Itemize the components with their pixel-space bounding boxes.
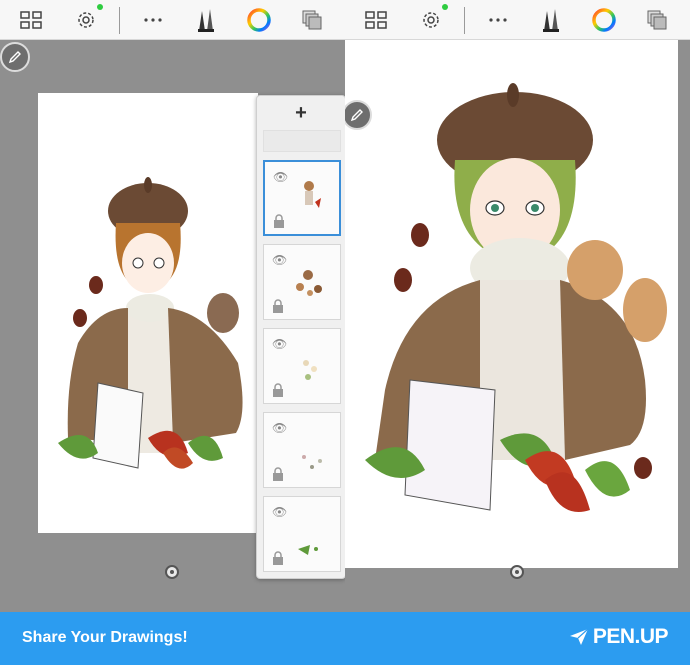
layer-preview [303, 360, 317, 380]
layer-item-5[interactable]: 👁 [263, 496, 341, 572]
toolbar-right [345, 0, 690, 40]
settings-badge [442, 4, 448, 10]
right-pane [345, 0, 690, 612]
layer-preview [304, 181, 321, 208]
color-wheel-icon[interactable] [243, 4, 275, 36]
layers-icon[interactable] [296, 4, 328, 36]
footer-banner[interactable]: Share Your Drawings! PEN.UP [0, 612, 690, 665]
color-wheel-icon[interactable] [588, 4, 620, 36]
left-pane: + 👁 👁 👁 👁 👁 [0, 0, 345, 612]
toolbar-divider [119, 7, 120, 34]
scroll-indicator-right[interactable] [510, 565, 524, 579]
paper-plane-icon [569, 628, 589, 645]
layer-preview [298, 545, 318, 555]
eye-icon[interactable]: 👁 [272, 253, 287, 267]
eye-icon[interactable]: 👁 [273, 170, 288, 184]
gallery-icon[interactable] [15, 4, 47, 36]
gallery-icon[interactable] [360, 4, 392, 36]
drawing-canvas-left[interactable] [38, 93, 258, 533]
layer-preview [302, 455, 322, 469]
pen-mode-button[interactable] [0, 42, 30, 72]
pen-tools-icon[interactable] [535, 4, 567, 36]
footer-text: Share Your Drawings! [22, 629, 188, 646]
lock-icon[interactable] [272, 467, 284, 481]
lock-icon[interactable] [272, 299, 284, 313]
eye-icon[interactable]: 👁 [272, 337, 287, 351]
layers-panel: + 👁 👁 👁 👁 👁 [256, 95, 345, 579]
scroll-indicator-left[interactable] [165, 565, 179, 579]
lock-icon[interactable] [272, 383, 284, 397]
lock-icon[interactable] [272, 551, 284, 565]
toolbar-left [0, 0, 345, 40]
more-icon[interactable] [137, 4, 169, 36]
penup-logo[interactable]: PEN.UP [569, 625, 669, 649]
layers-icon[interactable] [641, 4, 673, 36]
toolbar-divider [464, 7, 465, 34]
layer-thumbnail-partial[interactable] [263, 130, 341, 152]
logo-text: PEN.UP [592, 625, 669, 648]
artwork-left [58, 177, 243, 469]
drawing-canvas-right[interactable] [345, 40, 678, 568]
layer-item-4[interactable]: 👁 [263, 412, 341, 488]
layer-item-1[interactable]: 👁 [263, 160, 341, 236]
add-layer-button[interactable]: + [257, 96, 345, 130]
eye-icon[interactable]: 👁 [272, 421, 287, 435]
layer-preview [296, 270, 322, 296]
pen-tools-icon[interactable] [190, 4, 222, 36]
more-icon[interactable] [482, 4, 514, 36]
layer-item-3[interactable]: 👁 [263, 328, 341, 404]
layer-item-2[interactable]: 👁 [263, 244, 341, 320]
lock-icon[interactable] [273, 214, 285, 228]
artwork-right [365, 83, 667, 512]
settings-badge [97, 4, 103, 10]
eye-icon[interactable]: 👁 [272, 505, 287, 519]
